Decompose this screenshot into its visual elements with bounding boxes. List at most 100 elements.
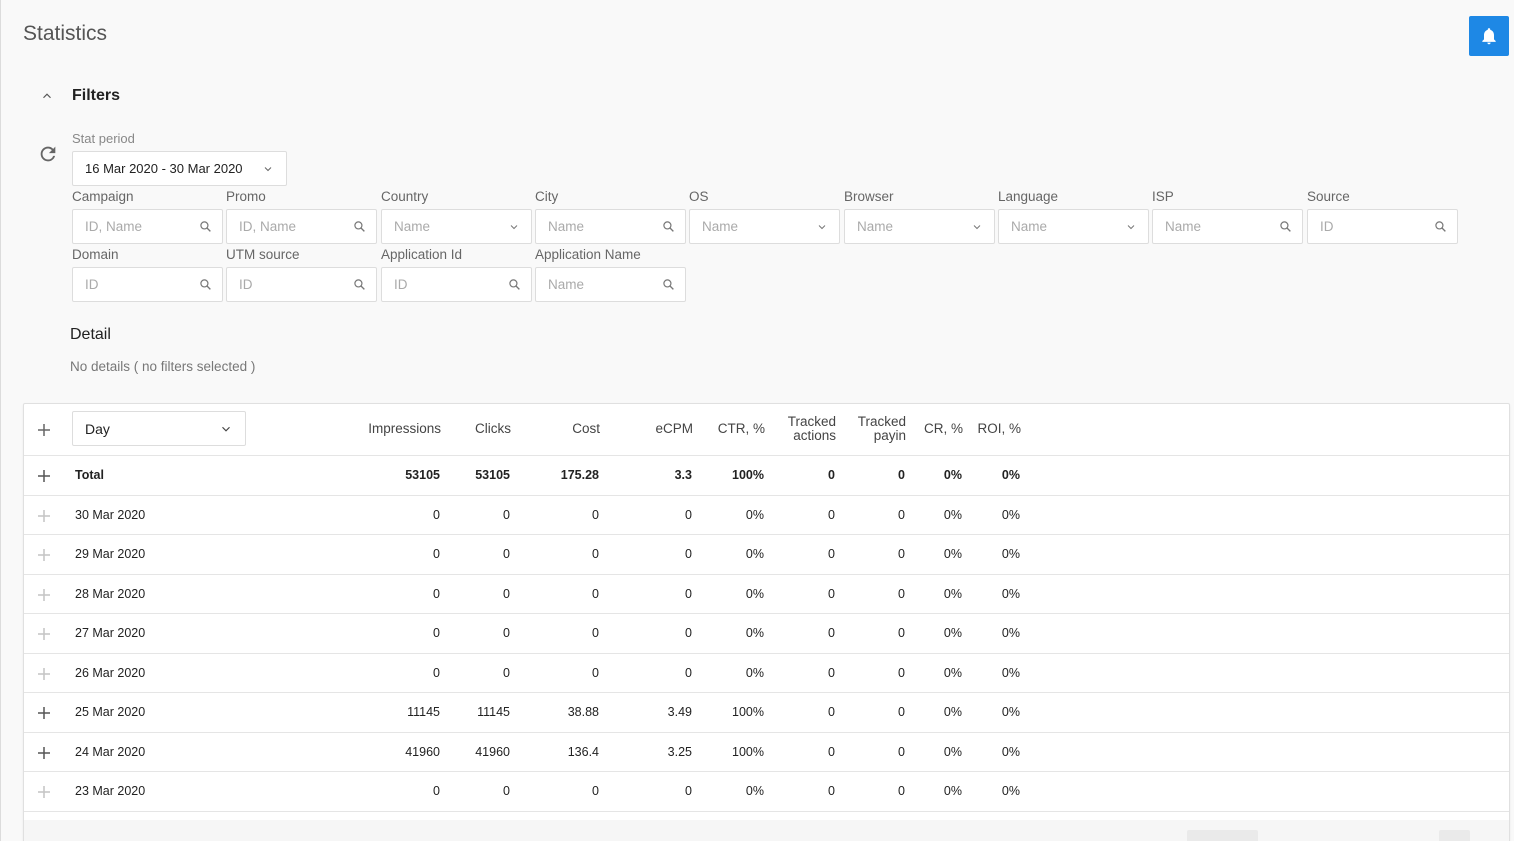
row-date: 30 Mar 2020 <box>75 507 146 522</box>
campaign-input[interactable] <box>85 219 198 234</box>
collapse-filters-button[interactable] <box>37 86 57 106</box>
cell-ecpm: 0 <box>685 586 692 601</box>
country-label: Country <box>381 189 429 204</box>
utm-source-field <box>226 267 377 302</box>
promo-input[interactable] <box>239 219 352 234</box>
expand-row-button[interactable] <box>36 626 52 642</box>
application-name-field <box>535 267 686 302</box>
total-row: Total 53105 53105 175.28 3.3 100% 0 0 0% 0% <box>24 456 1509 496</box>
cell-ctr: 0% <box>745 547 764 561</box>
table-header: Day Impressions Clicks Cost eCPM CTR, % Track… <box>24 404 1509 456</box>
search-icon[interactable] <box>1278 220 1292 234</box>
cell-impressions: 0 <box>433 665 440 680</box>
column-header-clicks[interactable]: Clicks <box>475 422 511 436</box>
column-header-ecpm[interactable]: eCPM <box>655 422 693 436</box>
plus-icon <box>38 628 50 640</box>
cell-tracked-actions: 0 <box>828 507 835 522</box>
search-icon[interactable] <box>507 278 521 292</box>
source-input[interactable] <box>1320 219 1433 234</box>
stat-period-select[interactable]: 16 Mar 2020 - 30 Mar 2020 <box>72 151 287 186</box>
table-row: 30 Mar 2020 0 0 0 0 0% 0 0 0% 0% <box>24 496 1509 535</box>
search-icon[interactable] <box>1433 220 1447 234</box>
plus-icon <box>38 786 50 798</box>
add-grouping-button[interactable] <box>36 422 52 438</box>
stat-period-label: Stat period <box>72 131 135 146</box>
expand-row-button[interactable] <box>36 547 52 563</box>
cell-roi: 0% <box>1001 507 1020 522</box>
column-header-cost[interactable]: Cost <box>572 422 600 436</box>
total-label: Total <box>75 468 104 482</box>
cell-tracked-payin: 0 <box>898 705 905 719</box>
search-icon[interactable] <box>352 220 366 234</box>
table-footer <box>24 820 1509 841</box>
page-button[interactable] <box>1439 830 1470 841</box>
utm-source-label: UTM source <box>226 247 300 262</box>
cell-ctr: 100% <box>732 744 764 759</box>
search-icon[interactable] <box>198 220 212 234</box>
expand-row-button[interactable] <box>36 705 52 721</box>
expand-row-button[interactable] <box>36 784 52 800</box>
page-title: Statistics <box>23 22 108 45</box>
row-date: 23 Mar 2020 <box>75 784 146 798</box>
cell-ecpm: 0 <box>685 626 692 640</box>
language-input[interactable] <box>1011 219 1124 234</box>
search-icon[interactable] <box>661 220 675 234</box>
expand-row-button[interactable] <box>36 745 52 761</box>
city-input[interactable] <box>548 219 661 234</box>
plus-icon <box>38 424 50 436</box>
pagination-control[interactable] <box>1187 830 1258 841</box>
column-header-tracked-actions[interactable]: Tracked actions <box>776 415 836 443</box>
cell-tracked-actions: 0 <box>828 705 835 719</box>
cell-impressions: 0 <box>433 784 440 798</box>
cell-tracked-actions: 0 <box>828 626 835 640</box>
refresh-button[interactable] <box>37 143 59 165</box>
cell-roi: 0% <box>1001 547 1020 561</box>
row-date: 26 Mar 2020 <box>75 665 146 680</box>
domain-input[interactable] <box>85 277 198 292</box>
column-header-tracked-payin[interactable]: Tracked payin <box>846 415 906 443</box>
chevron-down-icon[interactable] <box>1124 220 1138 234</box>
column-header-cr[interactable]: CR, % <box>924 422 963 436</box>
plus-icon <box>38 746 50 759</box>
cell-cr: 0% <box>943 705 962 719</box>
os-input[interactable] <box>702 219 815 234</box>
expand-row-button[interactable] <box>36 587 52 603</box>
notifications-button[interactable] <box>1469 16 1509 56</box>
cell-tracked-payin: 0 <box>898 744 905 759</box>
cell-clicks: 0 <box>503 586 510 601</box>
cell-tracked-actions: 0 <box>828 547 835 561</box>
expand-row-button[interactable] <box>36 468 52 484</box>
browser-label: Browser <box>844 189 894 204</box>
country-input[interactable] <box>394 219 507 234</box>
application-name-input[interactable] <box>548 277 661 292</box>
campaign-label: Campaign <box>72 189 134 204</box>
detail-title: Detail <box>70 326 111 343</box>
expand-row-button[interactable] <box>36 508 52 524</box>
group-by-value: Day <box>85 420 110 437</box>
column-header-impressions[interactable]: Impressions <box>368 422 441 436</box>
application-id-input[interactable] <box>394 277 507 292</box>
os-field <box>689 209 840 244</box>
cell-clicks: 53105 <box>475 468 510 482</box>
search-icon[interactable] <box>352 278 366 292</box>
chevron-down-icon[interactable] <box>507 220 521 234</box>
chevron-down-icon[interactable] <box>970 220 984 234</box>
isp-input[interactable] <box>1165 219 1278 234</box>
column-header-roi[interactable]: ROI, % <box>977 422 1021 436</box>
chevron-down-icon[interactable] <box>815 220 829 234</box>
cell-cost: 0 <box>592 665 599 680</box>
campaign-field <box>72 209 223 244</box>
search-icon[interactable] <box>198 278 212 292</box>
row-date: 28 Mar 2020 <box>75 586 146 601</box>
isp-field <box>1152 209 1303 244</box>
column-header-ctr[interactable]: CTR, % <box>718 422 765 436</box>
search-icon[interactable] <box>661 278 675 292</box>
cell-impressions: 0 <box>433 626 440 640</box>
group-by-select[interactable]: Day <box>72 411 246 446</box>
cell-cr: 0% <box>943 586 962 601</box>
browser-input[interactable] <box>857 219 970 234</box>
utm-source-input[interactable] <box>239 277 352 292</box>
filters-title: Filters <box>72 87 121 104</box>
expand-row-button[interactable] <box>36 666 52 682</box>
cell-clicks: 41960 <box>475 744 510 759</box>
